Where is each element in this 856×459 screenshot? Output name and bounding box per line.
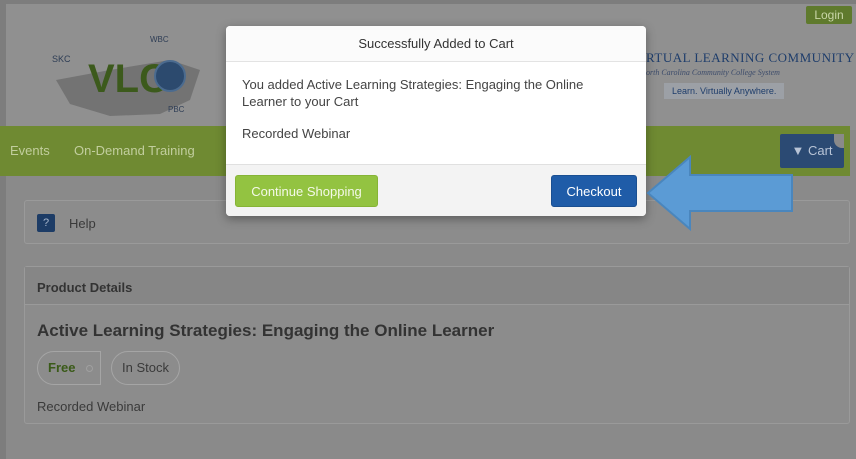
- modal-title: Successfully Added to Cart: [226, 26, 646, 62]
- help-label: Help: [69, 216, 96, 231]
- stock-tag: In Stock: [111, 351, 180, 385]
- logo-small-left: SKC: [52, 54, 71, 64]
- vlc-logo: SKC WBC PBC VLC: [52, 35, 200, 116]
- pointer-arrow-icon: [646, 155, 793, 231]
- added-to-cart-modal: Successfully Added to Cart You added Act…: [226, 26, 646, 216]
- checkout-button[interactable]: Checkout: [551, 175, 637, 207]
- nav-item-on-demand-training[interactable]: On-Demand Training: [74, 143, 195, 158]
- product-details-header: Product Details: [25, 267, 849, 305]
- cart-count-badge: [834, 134, 844, 148]
- modal-body: You added Active Learning Strategies: En…: [226, 62, 646, 155]
- brand-tagline: Learn. Virtually Anywhere.: [664, 83, 785, 99]
- modal-item-type: Recorded Webinar: [242, 126, 351, 141]
- help-icon: ?: [37, 214, 55, 232]
- logo-small-top: WBC: [150, 35, 169, 44]
- product-title: Active Learning Strategies: Engaging the…: [37, 321, 495, 340]
- logo-small-bottom: PBC: [168, 105, 185, 114]
- tag-hole-icon: [86, 365, 93, 372]
- brand-subtitle: orth Carolina Community College System: [646, 68, 780, 77]
- brand-title: RTUAL LEARNING COMMUNITY: [646, 50, 855, 65]
- continue-shopping-button[interactable]: Continue Shopping: [235, 175, 378, 207]
- product-type: Recorded Webinar: [37, 399, 146, 414]
- cart-label: Cart: [807, 143, 833, 158]
- product-details-panel: Product Details Active Learning Strategi…: [24, 266, 850, 424]
- price-tag: Free: [37, 351, 101, 385]
- brand-block: RTUAL LEARNING COMMUNITY orth Carolina C…: [646, 50, 856, 110]
- nav-item-events[interactable]: Events: [10, 143, 50, 158]
- modal-footer: Continue Shopping Checkout: [226, 164, 646, 216]
- login-button[interactable]: Login: [806, 6, 852, 24]
- modal-message: You added Active Learning Strategies: En…: [242, 77, 584, 109]
- price-tag-label: Free: [48, 360, 76, 375]
